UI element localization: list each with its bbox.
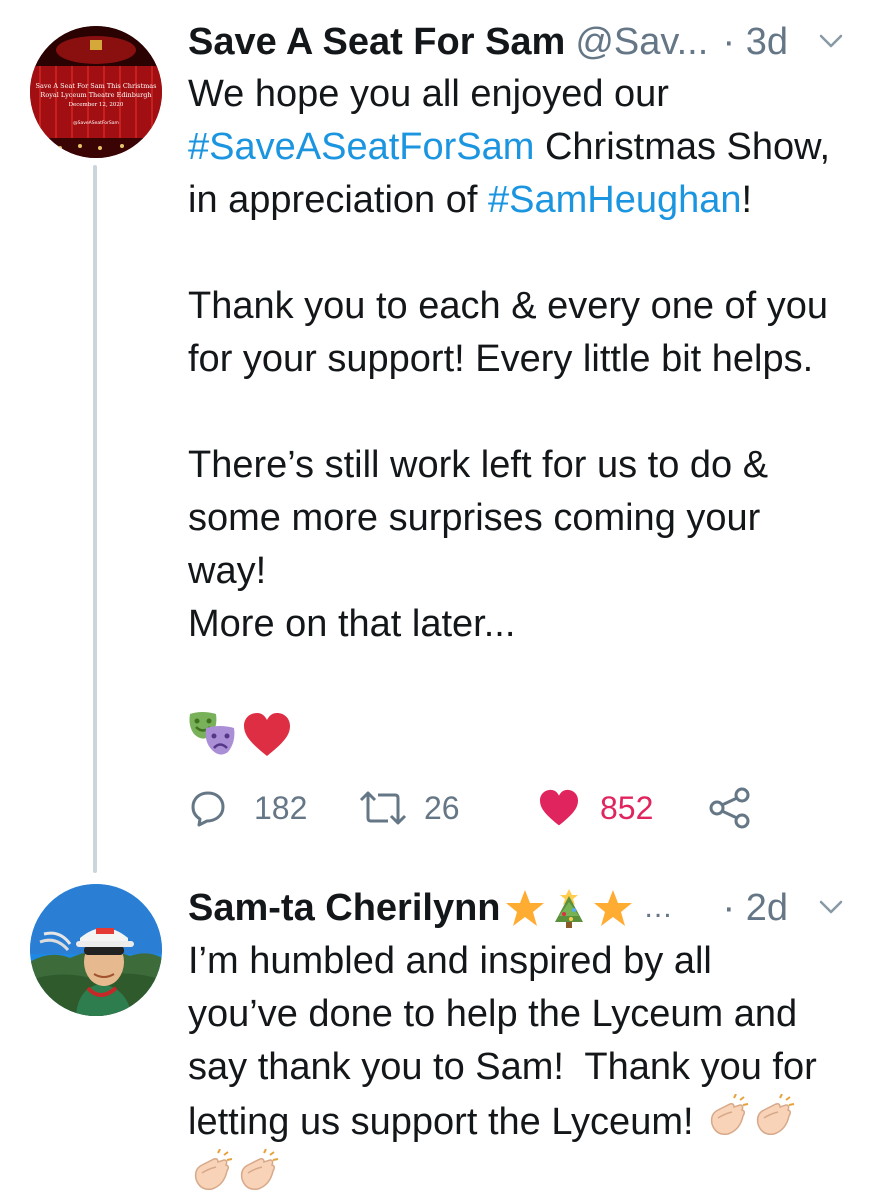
avatar-caption-2: Royal Lyceum Theatre Edinburgh <box>40 91 151 99</box>
avatar-caption-1: Save A Seat For Sam This Christmas <box>36 82 157 90</box>
tweet-text-line: say thank you to Sam! Thank you for <box>188 1046 817 1088</box>
tweet-text: We hope you all enjoyed our #SaveASeatFo… <box>188 68 866 651</box>
tweet-text-line: letting us support the Lyceum! <box>188 1101 705 1143</box>
name-overflow-ellipsis: ... <box>644 891 673 924</box>
chevron-down-icon[interactable] <box>816 26 846 56</box>
tweet-paragraph: There’s still work left for us to do & s… <box>188 444 769 645</box>
clapping-hands-icon <box>240 1149 279 1191</box>
tweet-text: I’m humbled and inspired by all you’ve d… <box>188 935 866 1204</box>
author-name[interactable]: Save A Seat For Sam <box>188 12 565 72</box>
star-icon <box>505 890 544 926</box>
tweet-emoji-row <box>188 710 292 760</box>
avatar-sam-ta-cherilynn[interactable] <box>30 884 162 1016</box>
red-heart-icon <box>244 713 290 756</box>
avatar-caption-3: December 12, 2020 <box>69 102 124 108</box>
christmas-tree-icon <box>554 889 583 928</box>
like-count: 852 <box>600 789 654 826</box>
retweet-count: 26 <box>424 789 460 826</box>
clapping-hands-icon <box>756 1094 795 1136</box>
avatar-save-a-seat[interactable]: Save A Seat For Sam This Christmas Royal… <box>30 26 162 158</box>
thread-connector-line <box>93 165 97 873</box>
star-icon <box>593 890 632 926</box>
tweet-text-line: I’m humbled and inspired by all <box>188 940 712 982</box>
hashtag-link[interactable]: #SamHeughan <box>488 179 742 221</box>
retweet-icon <box>359 791 407 825</box>
tweet-paragraph: Thank you to each & every one of you for… <box>188 285 829 380</box>
tweet-text-fragment: ! <box>741 179 753 221</box>
tweet-text-line: you’ve done to help the Lyceum and <box>188 993 798 1035</box>
author-handle[interactable]: @Sav... <box>575 12 708 72</box>
tweet-text-fragment: Christmas Show, <box>534 126 831 168</box>
author-name[interactable]: Sam-ta Cherilynn <box>188 878 501 938</box>
tweet-header: Save A Seat For Sam @Sav... · 3d <box>188 12 846 72</box>
retweet-button[interactable]: 26 <box>358 783 460 833</box>
avatar-caption-4: @SaveASeatForSam <box>73 120 119 126</box>
hashtag-link[interactable]: #SaveASeatForSam <box>188 126 534 168</box>
heart-icon <box>540 789 578 826</box>
share-icon <box>709 787 750 829</box>
reply-icon <box>191 791 225 827</box>
tweet-header: Sam-ta Cherilynn ... · 2d <box>188 878 846 938</box>
tweet-action-bar: 182 26 852 <box>188 783 788 833</box>
like-button[interactable]: 852 <box>538 783 653 833</box>
chevron-down-icon[interactable] <box>816 892 846 922</box>
tweet-timestamp[interactable]: · 2d <box>723 878 788 938</box>
clapping-hands-icon <box>194 1149 233 1191</box>
reply-count: 182 <box>254 789 308 826</box>
tweet-text-line: We hope you all enjoyed our <box>188 73 669 115</box>
performing-arts-icon <box>189 712 235 755</box>
reply-button[interactable]: 182 <box>188 783 307 833</box>
share-button[interactable] <box>708 783 752 833</box>
tweet-timestamp[interactable]: · 3d <box>723 12 788 72</box>
clapping-hands-icon <box>710 1094 749 1136</box>
tweet-text-fragment: in appreciation of <box>188 179 488 221</box>
